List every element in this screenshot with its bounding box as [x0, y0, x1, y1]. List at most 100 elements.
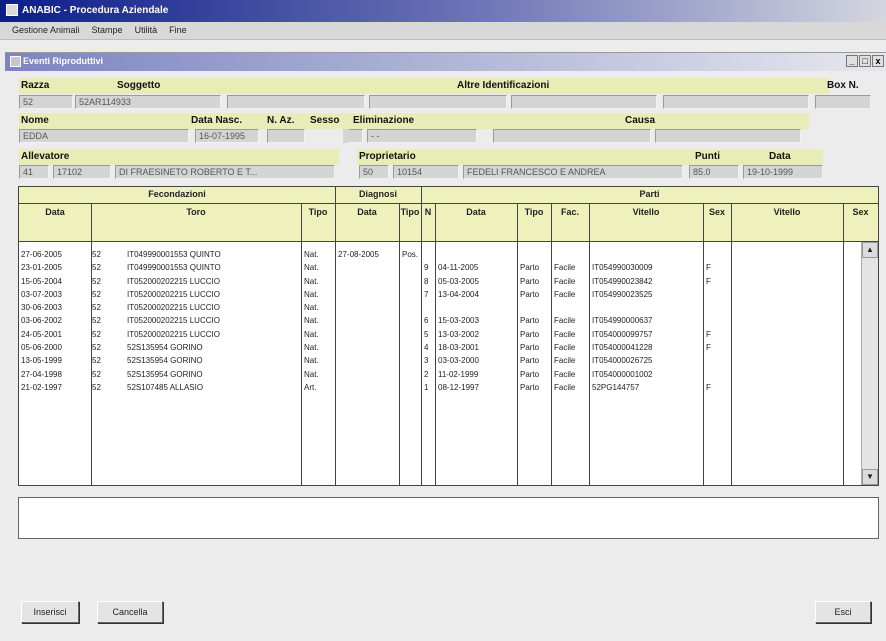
esci-button[interactable]: Esci [815, 601, 871, 623]
col-sex-2[interactable]: Sex [843, 207, 878, 217]
col-n[interactable]: N [421, 207, 435, 217]
table-cell: 52 [92, 276, 101, 286]
table-cell: 11-02-1999 [438, 369, 479, 379]
table-row[interactable]: 15-05-2004 52 IT052000202215 LUCCIO Nat. 8 05… [19, 276, 878, 289]
table-cell: Nat. [304, 276, 319, 286]
table-cell: Facile [554, 343, 576, 353]
col-parti-tipo[interactable]: Tipo [517, 207, 551, 217]
table-cell: Parto [520, 329, 540, 339]
col-parti-data[interactable]: Data [435, 207, 517, 217]
maximize-icon[interactable]: □ [859, 55, 871, 67]
col-fac[interactable]: Fac. [551, 207, 589, 217]
table-cell: Art. [304, 382, 317, 392]
altre-id-field-3[interactable] [511, 95, 657, 109]
nome-field[interactable]: EDDA [19, 129, 189, 143]
table-cell: IT049990001553 QUINTO [127, 250, 221, 259]
table-cell: Parto [520, 289, 540, 299]
label-strip-3b [357, 149, 823, 165]
col-sex-1[interactable]: Sex [703, 207, 731, 217]
table-cell: 03-06-2002 [21, 316, 62, 326]
table-row[interactable]: 30-06-2003 52 IT052000202215 LUCCIO Nat. [19, 302, 878, 315]
altre-id-field-2[interactable] [369, 95, 507, 109]
cancella-button[interactable]: Cancella [97, 601, 163, 623]
table-cell: 18-03-2001 [438, 343, 479, 353]
box-field[interactable] [815, 95, 871, 109]
menu-gestione-animali[interactable]: Gestione Animali [12, 25, 80, 39]
table-cell: Parto [520, 343, 540, 353]
menu-fine[interactable]: Fine [169, 25, 187, 39]
notes-area[interactable] [18, 497, 879, 539]
table-cell: 04-11-2005 [438, 263, 479, 273]
table-row[interactable]: 03-07-2003 52 IT052000202215 LUCCIO Nat. 7 13… [19, 289, 878, 302]
table-cell: Facile [554, 369, 576, 379]
col-vitello-1[interactable]: Vitello [589, 207, 703, 217]
altre-id-field-4[interactable] [663, 95, 809, 109]
col-diagnosi-data[interactable]: Data [335, 207, 399, 217]
table-cell: Facile [554, 263, 576, 273]
data-field[interactable]: 19-10-1999 [743, 165, 823, 179]
menu-stampe[interactable]: Stampe [92, 25, 123, 39]
table-cell: F [706, 382, 711, 392]
eliminazione-field[interactable]: - - [367, 129, 477, 143]
table-row[interactable]: 23-01-2005 52 IT049990001553 QUINTO Nat. 9 04… [19, 262, 878, 275]
table-cell: Parto [520, 356, 540, 366]
inserisci-button[interactable]: Inserisci [21, 601, 79, 623]
causa-field-1[interactable] [493, 129, 651, 143]
table-cell: Facile [554, 276, 576, 286]
table-cell: IT054000026725 [592, 356, 653, 366]
proprietario-name[interactable]: FEDELI FRANCESCO E ANDREA [463, 165, 683, 179]
close-icon[interactable]: x [872, 55, 884, 67]
soggetto-field[interactable]: 52AR114933 [75, 95, 221, 109]
data-nasc-field[interactable]: 16-07-1995 [195, 129, 259, 143]
table-row[interactable]: 03-06-2002 52 IT052000202215 LUCCIO Nat. 6 15… [19, 315, 878, 328]
table-cell: IT054000001002 [592, 369, 653, 379]
col-data[interactable]: Data [19, 207, 91, 217]
table-row[interactable]: 13-05-1999 52 52S135954 GORINO Nat. 3 03-03-2… [19, 355, 878, 368]
table-cell: 52S107485 ALLASIO [127, 382, 204, 392]
col-tipo[interactable]: Tipo [301, 207, 335, 217]
table-row[interactable]: 27-06-2005 52 IT049990001553 QUINTO Nat. 27-… [19, 249, 878, 262]
scroll-up-icon[interactable]: ▲ [862, 242, 878, 258]
table-cell: 03-07-2003 [21, 289, 62, 299]
n-az-field[interactable] [267, 129, 305, 143]
label-data: Data [769, 151, 791, 162]
table-row[interactable]: 05-06-2000 52 52S135954 GORINO Nat. 4 18-03-2… [19, 342, 878, 355]
label-altre-identificazioni: Altre Identificazioni [457, 80, 550, 91]
table-cell: 13-03-2002 [438, 329, 479, 339]
menu-utilita[interactable]: Utilità [135, 25, 158, 39]
table-row[interactable]: 27-04-1998 52 52S135954 GORINO Nat. 2 11-02-1… [19, 369, 878, 382]
minimize-icon[interactable]: _ [846, 55, 858, 67]
allevatore-code-2[interactable]: 17102 [53, 165, 111, 179]
table-cell: 23-01-2005 [21, 263, 62, 273]
label-data-nasc: Data Nasc. [191, 115, 243, 126]
table-cell: Parto [520, 316, 540, 326]
razza-field[interactable]: 52 [19, 95, 73, 109]
table-cell: IT054000099757 [592, 329, 653, 339]
table-row[interactable]: 21-02-1997 52 52S107485 ALLASIO Art. 1 08-12-… [19, 382, 878, 395]
app-window: ANABIC - Procedura Aziendale Gestione An… [0, 0, 886, 641]
grid-scrollbar[interactable]: ▲ ▼ [861, 242, 878, 485]
table-cell: Parto [520, 263, 540, 273]
table-cell: 05-06-2000 [21, 343, 62, 353]
scroll-down-icon[interactable]: ▼ [862, 469, 878, 485]
proprietario-code-1[interactable]: 50 [359, 165, 389, 179]
table-cell: IT052000202215 LUCCIO [127, 329, 220, 339]
altre-id-field-1[interactable] [227, 95, 365, 109]
table-cell: 05-03-2005 [438, 276, 479, 286]
label-punti: Punti [695, 151, 720, 162]
col-vitello-2[interactable]: Vitello [731, 207, 843, 217]
punti-field[interactable]: 85.0 [689, 165, 739, 179]
causa-field-2[interactable] [655, 129, 801, 143]
col-toro[interactable]: Toro [91, 207, 301, 217]
table-row[interactable]: 24-05-2001 52 IT052000202215 LUCCIO Nat. 5 13… [19, 329, 878, 342]
table-cell: Pos. [402, 250, 419, 259]
proprietario-code-2[interactable]: 10154 [393, 165, 459, 179]
table-cell: Nat. [304, 369, 319, 379]
label-proprietario: Proprietario [359, 151, 416, 162]
allevatore-name[interactable]: DI FRAESINETO ROBERTO E T... [115, 165, 335, 179]
allevatore-code-1[interactable]: 41 [19, 165, 49, 179]
events-grid[interactable]: Fecondazioni Diagnosi Parti Data Toro Ti… [18, 186, 879, 486]
table-cell: F [706, 276, 711, 286]
col-diagnosi-tipo[interactable]: Tipo [399, 207, 421, 217]
table-cell: 52S135954 GORINO [127, 343, 203, 353]
